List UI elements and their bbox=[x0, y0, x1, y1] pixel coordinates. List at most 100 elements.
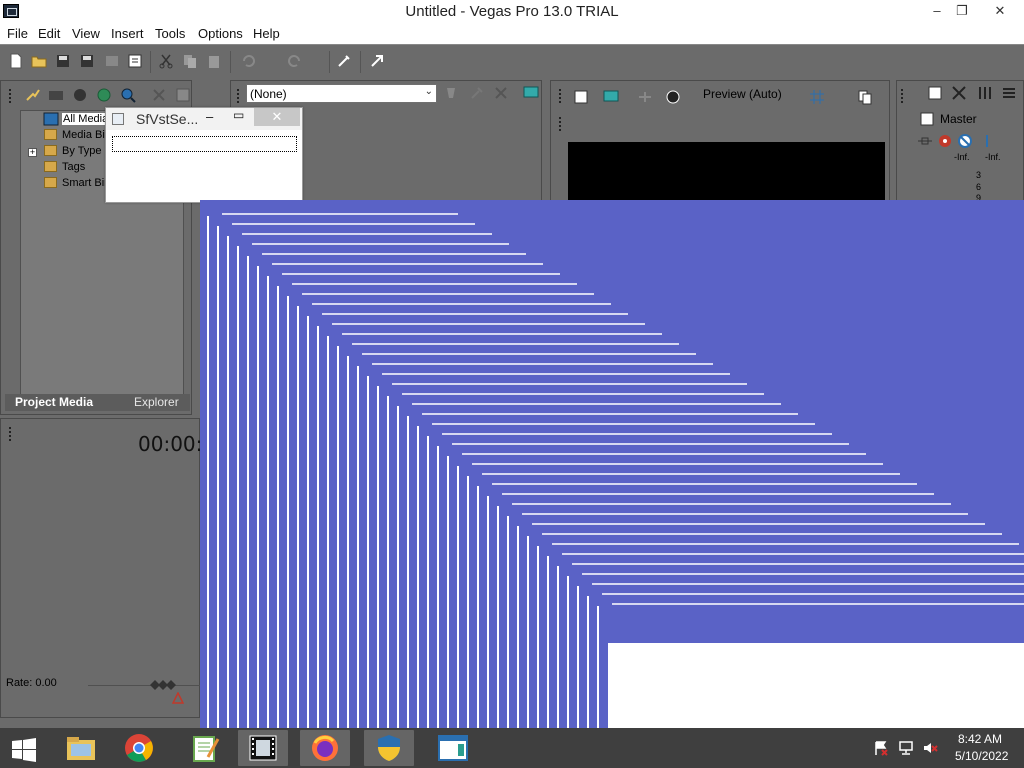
file-explorer-icon bbox=[67, 737, 95, 760]
vegas-film-icon bbox=[249, 735, 277, 761]
chrome-icon bbox=[125, 734, 153, 762]
tree-item-tags[interactable]: Tags bbox=[62, 161, 85, 173]
clock-date[interactable]: 5/10/2022 bbox=[955, 749, 1008, 763]
meter-scale-6: 6 bbox=[976, 182, 982, 192]
taskbar: 8:42 AM 5/10/2022 bbox=[0, 728, 1024, 768]
mute-icon[interactable] bbox=[957, 133, 973, 149]
network-icon[interactable] bbox=[898, 740, 914, 756]
save-as-icon[interactable] bbox=[79, 53, 95, 69]
sfvst-minimize-button[interactable]: – bbox=[206, 109, 213, 124]
import-media-icon[interactable] bbox=[25, 87, 41, 103]
task-vegas-pro[interactable] bbox=[238, 730, 288, 766]
split-screen-icon[interactable] bbox=[637, 89, 653, 105]
windows-start-icon[interactable] bbox=[10, 738, 38, 762]
capture-video-icon[interactable] bbox=[48, 87, 64, 103]
render-icon[interactable] bbox=[104, 53, 120, 69]
sfvst-close-button[interactable]: ✕ bbox=[254, 108, 300, 126]
sfvst-maximize-button[interactable]: ▭ bbox=[233, 108, 244, 122]
master-fx-gear-icon[interactable] bbox=[937, 133, 953, 149]
panel-grip[interactable] bbox=[559, 117, 563, 131]
auto-ripple-icon[interactable] bbox=[369, 53, 385, 69]
folder-icon bbox=[44, 177, 57, 188]
warning-marker-icon bbox=[172, 692, 184, 704]
meter-right-peak: -Inf. bbox=[985, 152, 1001, 162]
tree-expander[interactable]: + bbox=[28, 148, 37, 157]
action-center-flag-icon[interactable] bbox=[873, 740, 889, 756]
media-search-icon[interactable] bbox=[120, 87, 136, 103]
panel-grip[interactable] bbox=[237, 89, 241, 103]
master-bus-label: Master bbox=[940, 112, 977, 126]
rate-slider[interactable] bbox=[88, 685, 200, 686]
fx-preset-dropdown[interactable]: (None) ⌄ bbox=[246, 84, 437, 103]
media-properties-icon[interactable] bbox=[175, 87, 191, 103]
fx-preview-icon[interactable] bbox=[523, 85, 539, 101]
menu-edit[interactable]: Edit bbox=[38, 26, 60, 41]
menu-view[interactable]: View bbox=[72, 26, 100, 41]
fx-pin-icon[interactable] bbox=[469, 85, 485, 101]
mixer-properties-icon[interactable] bbox=[927, 85, 943, 101]
fx-chain-icon[interactable] bbox=[917, 133, 933, 149]
fx-remove-icon[interactable] bbox=[493, 85, 509, 101]
get-media-icon[interactable] bbox=[72, 87, 88, 103]
open-folder-icon[interactable] bbox=[31, 53, 47, 69]
redo-icon[interactable] bbox=[286, 53, 302, 69]
preview-screen bbox=[568, 142, 885, 202]
copy-icon[interactable] bbox=[182, 53, 198, 69]
menu-insert[interactable]: Insert bbox=[111, 26, 144, 41]
volume-muted-icon[interactable] bbox=[922, 740, 938, 756]
maximize-button[interactable]: ❐ bbox=[946, 0, 978, 22]
task-notepad[interactable] bbox=[180, 730, 230, 766]
menu-help[interactable]: Help bbox=[253, 26, 280, 41]
downmix-icon[interactable] bbox=[951, 85, 967, 101]
tree-item-all-media[interactable]: All Media bbox=[62, 113, 110, 125]
toolbar-separator bbox=[150, 51, 151, 73]
meter-icon[interactable] bbox=[977, 85, 993, 101]
menu-bar: File Edit View Insert Tools Options Help bbox=[0, 24, 1024, 44]
trimmer-panel bbox=[0, 418, 200, 718]
task-window-app[interactable] bbox=[428, 730, 478, 766]
solo-icon[interactable] bbox=[979, 133, 995, 149]
cut-icon[interactable] bbox=[158, 53, 174, 69]
panel-tabs: Project Media Explorer bbox=[5, 394, 190, 411]
rate-thumb-icon[interactable] bbox=[148, 679, 176, 691]
grid-icon[interactable] bbox=[809, 89, 825, 105]
task-security[interactable] bbox=[364, 730, 414, 766]
sfvst-titlebar[interactable]: SfVstSe... – ▭ ✕ bbox=[106, 108, 302, 130]
enable-snapping-icon[interactable] bbox=[336, 53, 352, 69]
menu-options[interactable]: Options bbox=[198, 26, 243, 41]
window-title: Untitled - Vegas Pro 13.0 TRIAL bbox=[405, 3, 619, 20]
external-monitor-icon[interactable] bbox=[603, 89, 619, 105]
preview-properties-icon[interactable] bbox=[573, 89, 589, 105]
properties-icon[interactable] bbox=[127, 53, 143, 69]
panel-grip[interactable] bbox=[901, 89, 905, 103]
panel-grip[interactable] bbox=[9, 89, 13, 103]
rate-label: Rate: 0.00 bbox=[6, 677, 57, 689]
overlay-icon[interactable] bbox=[665, 89, 681, 105]
task-chrome[interactable] bbox=[114, 730, 164, 766]
close-button[interactable]: ✕ bbox=[977, 0, 1023, 22]
toolbar-separator bbox=[360, 51, 361, 73]
menu-file[interactable]: File bbox=[7, 26, 28, 41]
remove-media-icon[interactable] bbox=[151, 87, 167, 103]
sfvst-focus-field[interactable] bbox=[112, 136, 297, 152]
clock-time[interactable]: 8:42 AM bbox=[958, 732, 1002, 746]
copy-snapshot-icon[interactable] bbox=[857, 89, 873, 105]
toolbar-separator bbox=[230, 51, 231, 73]
new-file-icon[interactable] bbox=[8, 53, 24, 69]
tab-explorer[interactable]: Explorer bbox=[134, 395, 179, 409]
panel-grip[interactable] bbox=[9, 427, 13, 441]
tab-project-media[interactable]: Project Media bbox=[15, 395, 93, 409]
undo-icon[interactable] bbox=[241, 53, 257, 69]
fx-favorite-icon[interactable] bbox=[443, 85, 459, 101]
preview-quality-label[interactable]: Preview (Auto) bbox=[703, 87, 782, 101]
mixer-menu-icon[interactable] bbox=[1001, 85, 1017, 101]
sfvst-window: SfVstSe... – ▭ ✕ bbox=[105, 107, 303, 203]
web-media-icon[interactable] bbox=[96, 87, 112, 103]
save-icon[interactable] bbox=[55, 53, 71, 69]
tree-item-by-type[interactable]: By Type bbox=[62, 145, 102, 157]
paste-icon[interactable] bbox=[206, 53, 222, 69]
panel-grip[interactable] bbox=[559, 89, 563, 103]
menu-tools[interactable]: Tools bbox=[155, 26, 185, 41]
task-file-explorer[interactable] bbox=[56, 730, 106, 766]
task-firefox[interactable] bbox=[300, 730, 350, 766]
